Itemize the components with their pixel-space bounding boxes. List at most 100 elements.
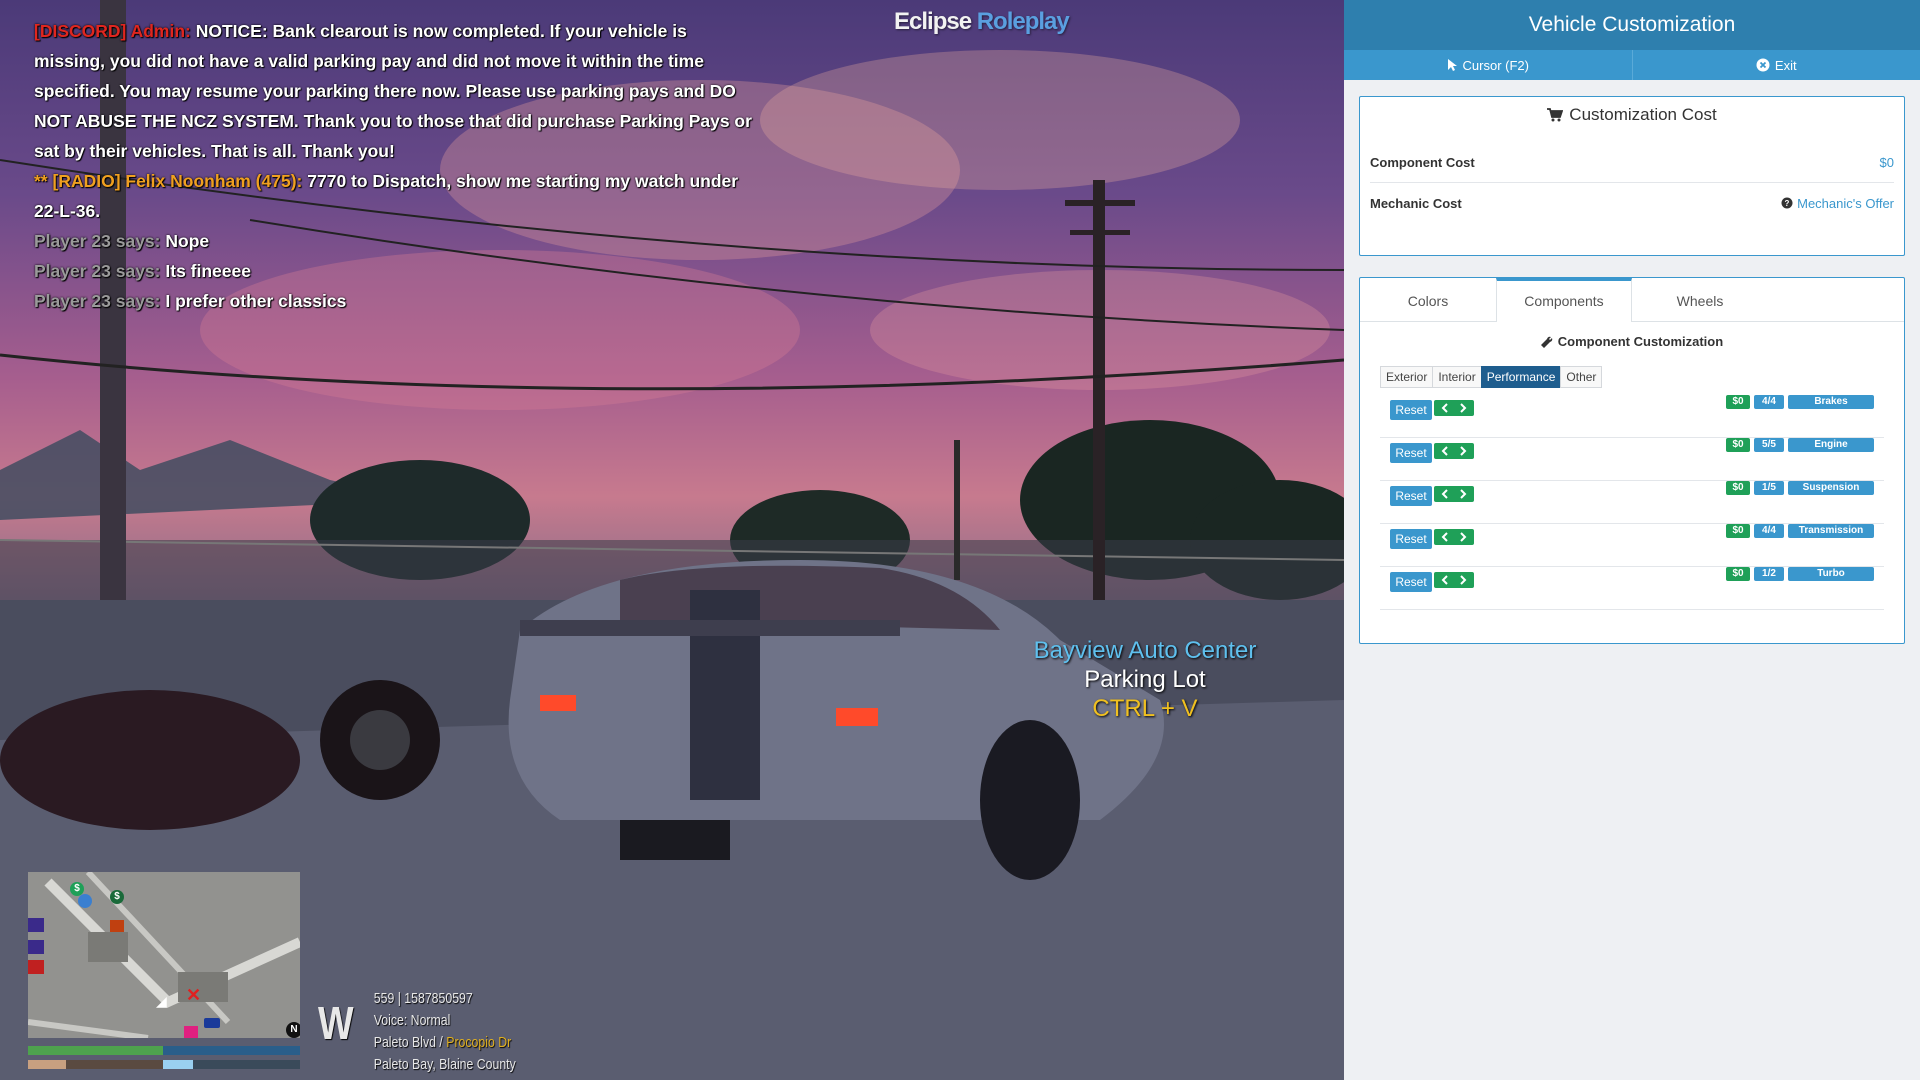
map-blip-shop-icon [28, 918, 44, 932]
component-level: 1/5 [1754, 481, 1784, 495]
chevron-right-icon[interactable] [1458, 532, 1468, 542]
server-logo: Eclipse Roleplay [894, 8, 1070, 36]
cost-title: Customization Cost [1360, 105, 1904, 125]
chevron-right-icon[interactable] [1458, 403, 1468, 413]
component-row-turbo: Reset $0 1/2 Turbo [1380, 567, 1884, 610]
chevron-right-icon[interactable] [1458, 575, 1468, 585]
reset-button[interactable]: Reset [1390, 443, 1432, 463]
subtab-exterior[interactable]: Exterior [1380, 366, 1434, 388]
subtab-performance[interactable]: Performance [1480, 366, 1562, 388]
exit-button-label: Exit [1774, 57, 1797, 73]
minimap: $ $ ✕ ◢ N [28, 872, 300, 1038]
component-name: Engine [1788, 438, 1874, 452]
status-bars [28, 1046, 300, 1074]
subtab-interior[interactable]: Interior [1432, 366, 1482, 388]
chat-box: [DISCORD] Admin: NOTICE: Bank clearout i… [34, 16, 754, 316]
exit-button[interactable]: Exit [1633, 50, 1920, 80]
chat-admin-text: NOTICE: Bank clearout is now completed. … [34, 21, 752, 161]
component-category-tabs: Exterior Interior Performance Other [1380, 366, 1603, 388]
chat-admin-tag: [DISCORD] Admin: [34, 21, 191, 41]
component-cost-label: Component Cost [1370, 154, 1475, 170]
chevron-right-icon[interactable] [1458, 489, 1468, 499]
chevron-left-icon[interactable] [1440, 446, 1450, 456]
thirst-bar-empty [193, 1060, 300, 1069]
level-stepper [1434, 572, 1474, 588]
component-level: 4/4 [1754, 524, 1784, 538]
cost-title-text: Customization Cost [1569, 105, 1717, 124]
level-stepper [1434, 529, 1474, 545]
mechanics-offer-label: Mechanic's Offer [1797, 195, 1894, 211]
component-price: $0 [1726, 395, 1750, 409]
mechanic-cost-row: Mechanic Cost ? Mechanic's Offer [1370, 183, 1894, 223]
wrench-icon [1540, 336, 1553, 348]
minimap-roads [28, 872, 300, 1038]
cursor-button-label: Cursor (F2) [1462, 57, 1529, 73]
mechanics-offer-link[interactable]: ? Mechanic's Offer [1781, 196, 1894, 211]
chat-speaker: Player 23 says: [34, 231, 161, 251]
level-stepper [1434, 443, 1474, 459]
panel-nav: Cursor (F2) Exit [1344, 50, 1920, 80]
chevron-left-icon[interactable] [1440, 575, 1450, 585]
tab-components[interactable]: Components [1496, 278, 1632, 322]
hud-info-lines: 559 | 1587850597 Voice: Normal Paleto Bl… [374, 988, 516, 1076]
street-name: Paleto Blvd [373, 1034, 436, 1051]
component-row-engine: Reset $0 5/5 Engine [1380, 438, 1884, 481]
cross-street-name: Procopio Dr [446, 1034, 512, 1051]
thirst-bar-fill [163, 1060, 193, 1069]
component-name: Transmission [1788, 524, 1874, 538]
component-name: Brakes [1788, 395, 1874, 409]
component-row-suspension: Reset $0 1/5 Suspension [1380, 481, 1884, 524]
reset-button[interactable]: Reset [1390, 572, 1432, 592]
level-stepper [1434, 400, 1474, 416]
component-row-brakes: Reset $0 4/4 Brakes [1380, 395, 1884, 438]
cursor-icon [1447, 59, 1457, 71]
map-blip-dollar-icon: $ [110, 890, 124, 904]
tab-colors[interactable]: Colors [1360, 278, 1496, 321]
chat-message-radio: ** [RADIO] Felix Noonham (475): 7770 to … [34, 166, 754, 226]
hunger-bar-empty [66, 1060, 163, 1069]
chat-message-say: Player 23 says: Nope [34, 226, 754, 256]
component-row-transmission: Reset $0 4/4 Transmission [1380, 524, 1884, 567]
hunger-thirst-bar [28, 1060, 300, 1069]
map-blip-shop-icon [28, 940, 44, 954]
chevron-left-icon[interactable] [1440, 532, 1450, 542]
chat-message-say: Player 23 says: I prefer other classics [34, 286, 754, 316]
health-bar-fill [28, 1046, 163, 1055]
reset-button[interactable]: Reset [1390, 486, 1432, 506]
subtab-other[interactable]: Other [1560, 366, 1603, 388]
cursor-button[interactable]: Cursor (F2) [1344, 50, 1633, 80]
vehicle-customization-panel: Vehicle Customization Cursor (F2) Exit C… [1344, 0, 1920, 1080]
map-blip-shirt-icon [110, 920, 124, 932]
mechanic-cost-label: Mechanic Cost [1370, 195, 1462, 211]
chevron-left-icon[interactable] [1440, 489, 1450, 499]
chat-say-text: I prefer other classics [165, 291, 347, 311]
map-blip-car-icon [204, 1018, 220, 1028]
question-circle-icon: ? [1781, 197, 1793, 209]
map-blip-tools-icon: ✕ [186, 985, 202, 1005]
component-name: Suspension [1788, 481, 1874, 495]
component-cost-value: $0 [1879, 154, 1894, 170]
compass-heading: W [318, 997, 354, 1049]
chevron-left-icon[interactable] [1440, 403, 1450, 413]
cart-icon [1547, 108, 1564, 122]
location-name: Bayview Auto Center [1033, 637, 1257, 664]
panel-title: Vehicle Customization [1344, 0, 1920, 50]
close-circle-icon [1756, 58, 1770, 72]
north-icon: N [286, 1022, 300, 1038]
chat-radio-prefix: ** [RADIO] Felix Noonham (475): [34, 171, 303, 191]
armor-bar-fill [163, 1046, 300, 1055]
component-price: $0 [1726, 567, 1750, 581]
svg-text:?: ? [1785, 199, 1790, 208]
hud-info: W 559 | 1587850597 Voice: Normal Paleto … [318, 988, 516, 1076]
location-label: Bayview Auto Center Parking Lot CTRL + V [1020, 636, 1270, 723]
reset-button[interactable]: Reset [1390, 400, 1432, 420]
component-name: Turbo [1788, 567, 1874, 581]
health-armor-bar [28, 1046, 300, 1055]
customization-cost-card: Customization Cost Component Cost $0 Mec… [1359, 96, 1905, 256]
section-title-text: Component Customization [1557, 334, 1724, 349]
chevron-right-icon[interactable] [1458, 446, 1468, 456]
reset-button[interactable]: Reset [1390, 529, 1432, 549]
logo-part-eclipse: Eclipse [894, 8, 972, 35]
component-cost-row: Component Cost $0 [1370, 142, 1894, 183]
tab-wheels[interactable]: Wheels [1632, 278, 1768, 321]
